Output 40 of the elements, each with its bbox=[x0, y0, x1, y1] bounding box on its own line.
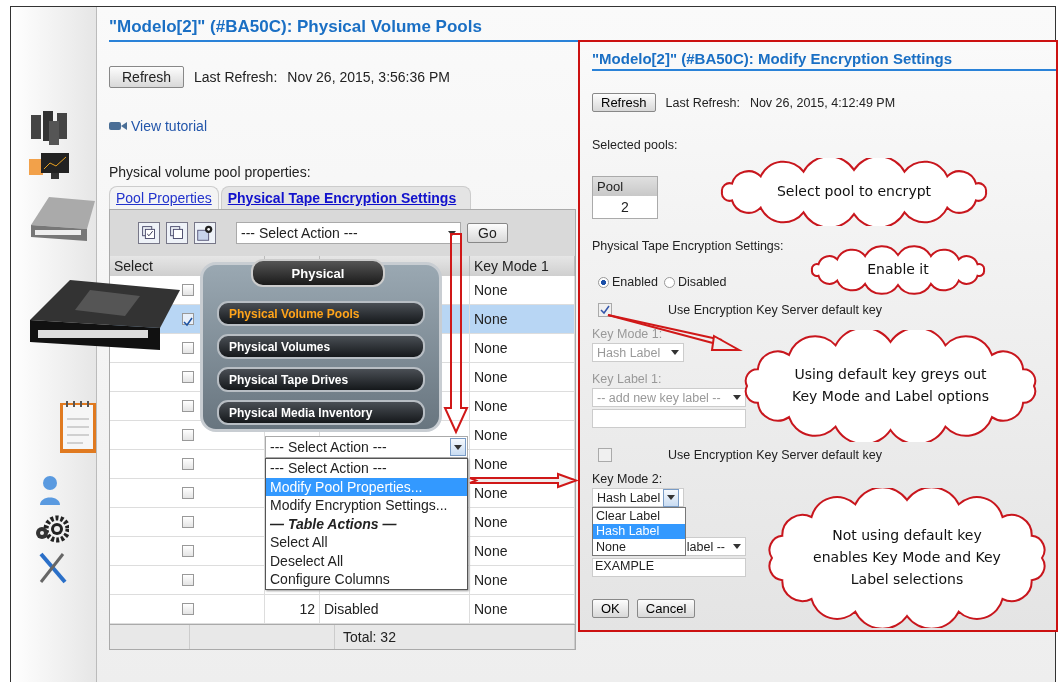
popup-title: Physical bbox=[251, 259, 385, 287]
table-cell-text: 2 bbox=[620, 198, 630, 217]
dialog-title: "Modelo[2]" (#BA50C): Modify Encryption Settings bbox=[592, 50, 1056, 71]
callout-text: Enable it bbox=[867, 260, 929, 280]
table-cell: None bbox=[474, 456, 508, 472]
dropdown-heading: — Table Actions — bbox=[269, 514, 398, 533]
column-header: Key Mode 1 bbox=[474, 258, 549, 274]
table-cell: None bbox=[474, 485, 508, 501]
table-cell: None bbox=[474, 282, 508, 298]
field-label: Key Mode 2: bbox=[592, 472, 663, 486]
callout-text: Select pool to encrypt bbox=[776, 182, 932, 202]
last-refresh-time: Nov 26, 2015, 4:12:49 PM bbox=[749, 95, 896, 110]
table-cell: None bbox=[474, 311, 508, 327]
checkbox-label: Use Encryption Key Server default key bbox=[668, 303, 882, 317]
table-cell: None bbox=[474, 543, 508, 559]
radio-label: Disabled bbox=[677, 275, 727, 289]
table-cell: Disabled bbox=[324, 601, 379, 617]
callout-text: Not using default key enables Key Mode and Key Label selections bbox=[812, 526, 1002, 589]
table-cell: None bbox=[474, 601, 508, 617]
encryption-label: Physical Tape Encryption Settings: bbox=[592, 239, 785, 253]
table-cell: None bbox=[474, 340, 508, 356]
table-cell: None bbox=[474, 398, 508, 414]
field-label: Key Mode 1: bbox=[592, 327, 663, 341]
table-cell: None bbox=[474, 572, 508, 588]
table-cell: None bbox=[474, 369, 508, 385]
table-cell: None bbox=[474, 427, 508, 443]
selected-pools-label: Selected pools: bbox=[592, 138, 679, 152]
column-header: Select bbox=[114, 258, 153, 274]
table-cell: 12 bbox=[299, 601, 315, 617]
section-label: Physical volume pool properties: bbox=[109, 164, 312, 180]
total-count: Total: 32 bbox=[343, 629, 396, 645]
table-cell: None bbox=[474, 514, 508, 530]
column-header: Pool bbox=[593, 177, 657, 196]
checkbox-label: Use Encryption Key Server default key bbox=[668, 448, 882, 462]
last-refresh-time: Nov 26, 2015, 3:56:36 PM bbox=[287, 69, 450, 85]
callout-text: Using default key greys out Key Mode and Label options bbox=[791, 365, 990, 406]
field-label: Key Label 1: bbox=[592, 372, 662, 386]
last-refresh-label: Last Refresh: bbox=[665, 95, 740, 110]
last-refresh-label: Last Refresh: bbox=[194, 69, 278, 85]
radio-label: Enabled bbox=[612, 275, 658, 289]
